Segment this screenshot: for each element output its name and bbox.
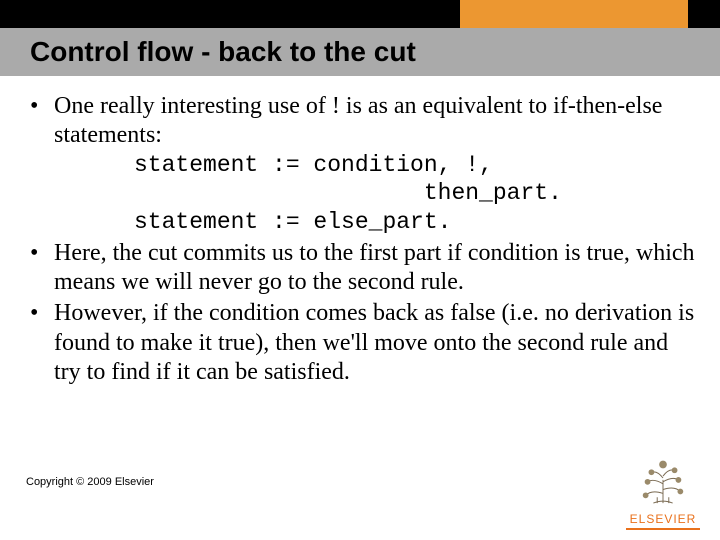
bullet-item: Here, the cut commits us to the first pa… [26,239,696,298]
top-orange-tab [460,0,688,28]
slide-content: One really interesting use of ! is as an… [26,92,696,389]
bullet-text: Here, the cut commits us to the first pa… [54,240,695,295]
bullet-item: One really interesting use of ! is as an… [26,92,696,237]
bullet-text: However, if the condition comes back as … [54,300,694,385]
slide-title: Control flow - back to the cut [30,36,416,68]
bullet-item: However, if the condition comes back as … [26,299,696,387]
bullet-text: One really interesting use of ! is as an… [54,93,662,148]
brand-name: ELSEVIER [626,512,700,526]
brand-underline [626,528,700,530]
code-block: statement := condition, !, then_part. st… [54,151,696,237]
title-bar: Control flow - back to the cut [0,28,720,76]
bullet-list: One really interesting use of ! is as an… [26,92,696,387]
publisher-logo: ELSEVIER [626,451,700,530]
copyright-text: Copyright © 2009 Elsevier [26,476,154,488]
tree-icon [634,451,692,505]
